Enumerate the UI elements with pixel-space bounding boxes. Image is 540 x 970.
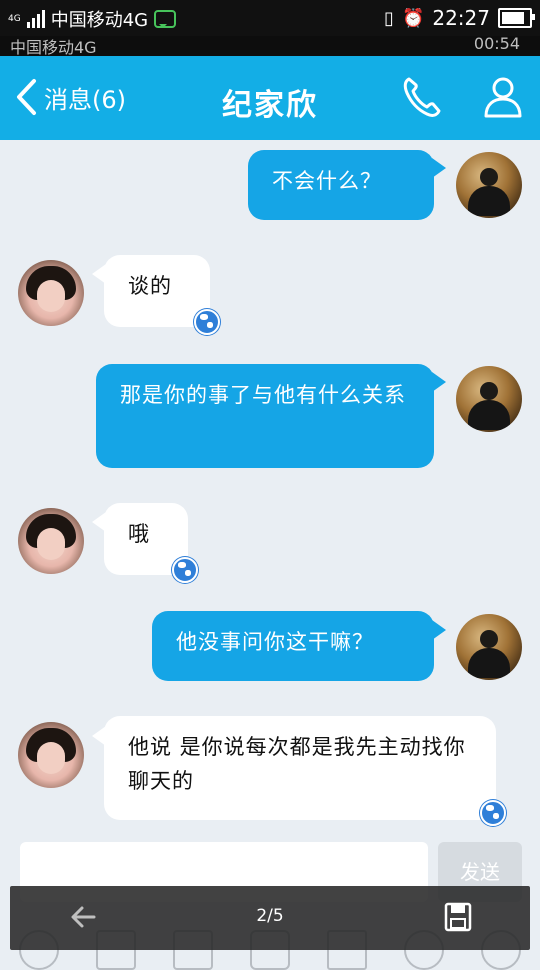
image-viewer-bar: 2/5 [10,886,530,950]
message-text: 不会什么？ [272,169,382,193]
clock: 22:27 [432,6,490,30]
ghost-status-strip: 中国移动4G 00:54 [0,36,540,56]
message-text: 谈的 [128,274,172,298]
bubble-tail [432,372,446,392]
message-bubble-in[interactable]: 他说 是你说每次都是我先主动找你聊天的 [104,716,496,820]
globe-icon [480,800,506,826]
my-avatar[interactable] [456,152,522,218]
message-text: 他说 是你说每次都是我先主动找你聊天的 [128,735,466,793]
message-text: 他没事问你这干嘛？ [176,630,374,654]
phone-icon[interactable] [400,74,442,120]
contact-avatar[interactable] [18,260,84,326]
contact-avatar[interactable] [18,508,84,574]
my-avatar[interactable] [456,614,522,680]
contact-avatar[interactable] [18,722,84,788]
save-icon[interactable] [444,902,472,932]
vibrate-icon: ▯ [384,7,394,29]
message-bubble-out[interactable]: 他没事问你这干嘛？ [152,611,434,681]
message-notification-icon [154,10,177,28]
bubble-tail [92,512,106,532]
signal-icon [26,10,45,28]
network-type-label: 4G [8,13,21,24]
message-text: 那是你的事了与他有什么关系 [120,383,406,407]
bubble-tail [92,264,106,284]
status-left: 4G 中国移动4G [8,6,177,32]
status-bar: 4G 中国移动4G ▯ ⏰ 22:27 [0,0,540,36]
bubble-tail [92,726,106,746]
ghost-time: 00:54 [473,36,520,53]
profile-icon[interactable] [482,74,524,120]
status-right: ▯ ⏰ 22:27 [384,6,535,30]
globe-icon [172,557,198,583]
message-bubble-out[interactable]: 不会什么？ [248,150,434,220]
my-avatar[interactable] [456,366,522,432]
bubble-tail [432,620,446,640]
bubble-tail [432,158,446,178]
carrier-name: 中国移动4G [50,10,149,31]
message-bubble-out[interactable]: 那是你的事了与他有什么关系 [96,364,434,468]
ghost-carrier: 中国移动4G [10,38,97,56]
battery-icon [498,8,535,28]
message-text: 哦 [128,522,150,546]
chat-header: 消息(6) 纪家欣 [0,56,540,140]
alarm-icon: ⏰ [401,7,425,29]
header-actions [400,74,524,120]
globe-icon [194,309,220,335]
